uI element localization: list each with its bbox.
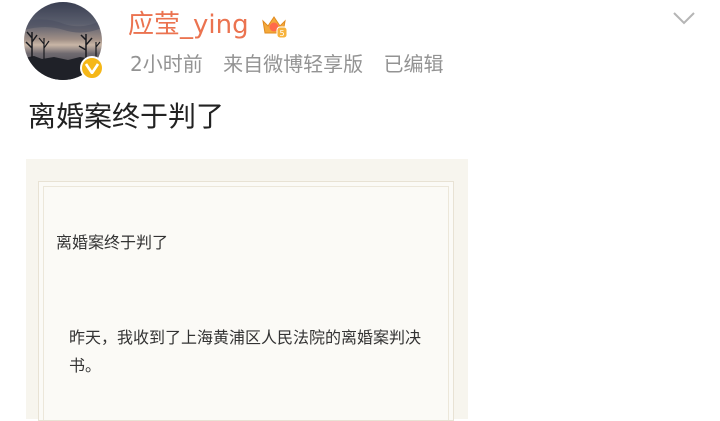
document-body: 昨天，我收到了上海黄浦区人民法院的离婚案判决书。 xyxy=(69,328,422,375)
post-meta: 2小时前 来自微博轻享版 已编辑 xyxy=(130,50,457,78)
document-paper xyxy=(38,181,454,421)
svg-text:5: 5 xyxy=(279,29,284,38)
post-source[interactable]: 来自微博轻享版 xyxy=(223,52,363,76)
document-title: 离婚案终于判了 xyxy=(56,233,169,252)
crown-member-icon[interactable]: 5 xyxy=(260,12,288,40)
post-text: 离婚案终于判了 xyxy=(28,100,225,133)
verified-badge-icon xyxy=(80,56,104,80)
post-time: 2小时前 xyxy=(130,52,203,76)
username-link[interactable]: 应莹_ying xyxy=(128,8,249,42)
document-card[interactable] xyxy=(26,159,468,421)
edited-label[interactable]: 已编辑 xyxy=(383,52,443,76)
chevron-down-icon[interactable] xyxy=(672,10,696,26)
weibo-post: 应莹_ying 5 2小时前 来自微博轻享版 已编辑 离婚案终于判了 离婚案终于… xyxy=(0,0,720,421)
